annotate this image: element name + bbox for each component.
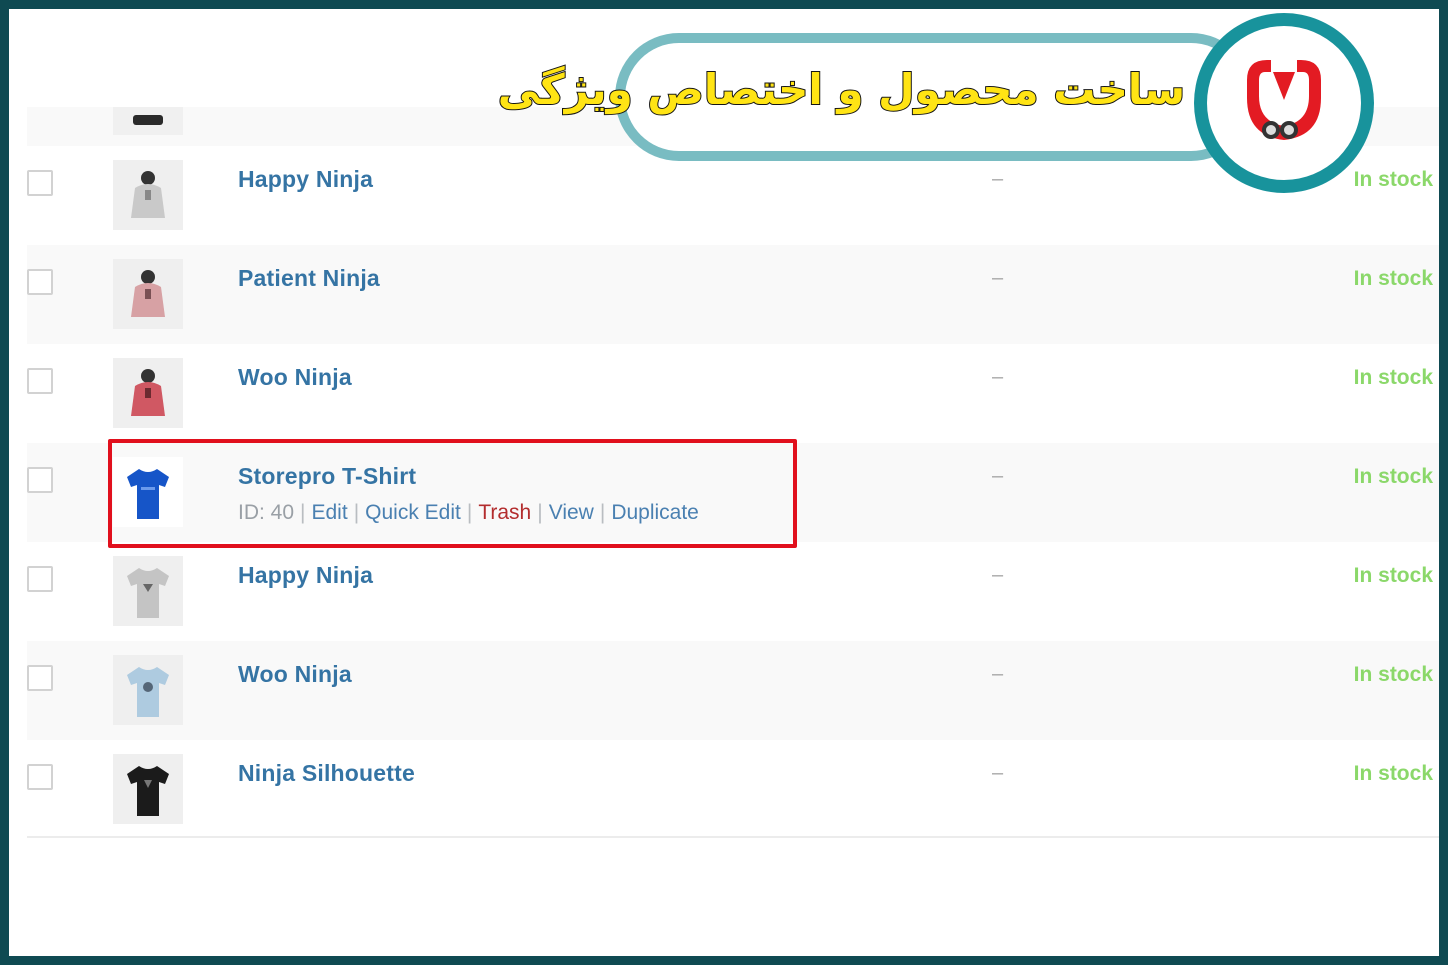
stock-status: In stock (1353, 366, 1433, 389)
stock-status: In stock (1353, 267, 1433, 290)
tshirt-grey-icon[interactable] (113, 556, 183, 626)
row-checkbox[interactable] (27, 467, 53, 493)
table-row: Woo Ninja – In stock (27, 344, 1439, 443)
product-name-link[interactable]: Happy Ninja (238, 562, 373, 589)
product-name-link[interactable]: Woo Ninja (238, 661, 352, 688)
price-cell: – (992, 762, 1004, 784)
banner-inner: ساخت محصول و اختصاص ویژگی (497, 43, 1245, 151)
row-checkbox[interactable] (27, 665, 53, 691)
hoodie-red-icon[interactable] (113, 358, 183, 428)
price-cell: – (992, 663, 1004, 685)
stock-status: In stock (1353, 564, 1433, 587)
table-row: Ninja Silhouette – In stock (27, 740, 1439, 839)
price-cell: – (992, 168, 1004, 190)
product-thumbnail (113, 107, 183, 135)
title-banner: ساخت محصول و اختصاص ویژگی (497, 33, 1255, 161)
banner-title: ساخت محصول و اختصاص ویژگی (497, 64, 1186, 115)
price-cell: – (992, 366, 1004, 388)
row-checkbox[interactable] (27, 764, 53, 790)
table-row: Woo Ninja – In stock (27, 641, 1439, 740)
price-cell: – (992, 267, 1004, 289)
stock-status: In stock (1353, 663, 1433, 686)
table-row: Patient Ninja – In stock (27, 245, 1439, 344)
tshirt-black-icon[interactable] (113, 754, 183, 824)
row-checkbox[interactable] (27, 170, 53, 196)
row-checkbox[interactable] (27, 269, 53, 295)
screenshot-frame: Happy Ninja – In stock Patient Ninja – I… (9, 9, 1439, 956)
table-row: Happy Ninja – In stock (27, 542, 1439, 641)
highlight-box (108, 439, 797, 548)
hoodie-pink-icon[interactable] (113, 259, 183, 329)
brand-logo (1194, 13, 1374, 193)
price-cell: – (992, 465, 1004, 487)
price-cell: – (992, 564, 1004, 586)
stock-status: In stock (1353, 465, 1433, 488)
table-bottom-border (27, 836, 1439, 838)
row-checkbox[interactable] (27, 368, 53, 394)
tshirt-lightblue-icon[interactable] (113, 655, 183, 725)
product-name-link[interactable]: Patient Ninja (238, 265, 380, 292)
stock-status: In stock (1353, 168, 1433, 191)
product-name-link[interactable]: Happy Ninja (238, 166, 373, 193)
logo-mark-icon (1207, 26, 1361, 180)
product-name-link[interactable]: Woo Ninja (238, 364, 352, 391)
stock-status: In stock (1353, 762, 1433, 785)
hoodie-grey-icon[interactable] (113, 160, 183, 230)
product-name-link[interactable]: Ninja Silhouette (238, 760, 415, 787)
row-checkbox[interactable] (27, 566, 53, 592)
